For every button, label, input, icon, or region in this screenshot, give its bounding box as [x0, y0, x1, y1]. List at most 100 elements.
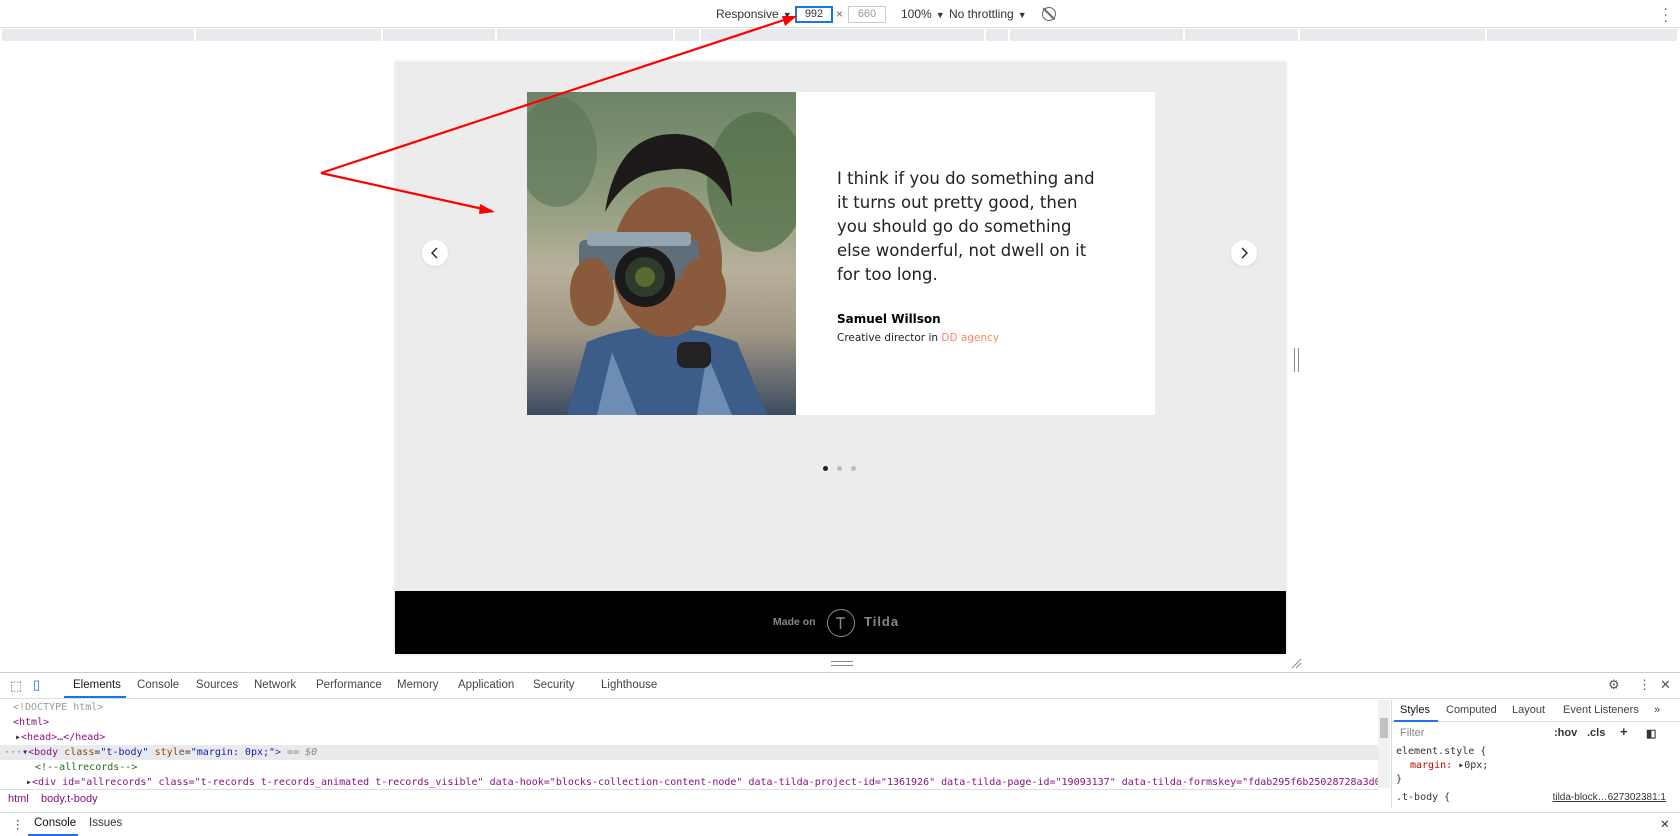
toggle-sidebar-icon[interactable]: ◧ [1646, 727, 1656, 740]
viewport-width-resizer[interactable] [1294, 348, 1299, 372]
dom-body-style-attr: style [154, 747, 185, 758]
author-role: Creative director in DD agency [837, 332, 999, 344]
gear-icon[interactable]: ⚙ [1608, 677, 1620, 693]
tab-memory[interactable]: Memory [397, 679, 439, 691]
margin-declaration[interactable]: margin: ▸0px; [1410, 760, 1488, 771]
dom-html-open[interactable]: <html> [0, 715, 1378, 730]
viewport-corner-resizer[interactable] [1290, 657, 1302, 669]
testimonial-photo [527, 92, 796, 415]
tab-security[interactable]: Security [533, 679, 575, 691]
more-vert-icon[interactable]: ⋮ [12, 817, 24, 831]
inspect-icon[interactable]: ⬚ [10, 678, 22, 694]
dom-body-selected[interactable]: ···▾<body class="t-body" style="margin: … [0, 745, 1378, 760]
dom-head[interactable]: ▸<head>…</head> [0, 730, 1378, 745]
dom-head-tag: <head>…</head> [21, 732, 106, 743]
zoom-label: 100% [901, 7, 932, 21]
media-query-segment[interactable] [986, 29, 1009, 41]
media-query-segment[interactable] [497, 29, 674, 41]
cls-toggle[interactable]: .cls [1587, 727, 1605, 739]
height-input[interactable]: 660 [848, 6, 886, 23]
scrollbar-thumb[interactable] [1380, 718, 1388, 738]
media-query-segment[interactable] [1300, 29, 1486, 41]
dom-div-allrecords[interactable]: ▸<div id="allrecords" class="t-records t… [0, 775, 1378, 790]
dom-comment[interactable]: <!--allrecords--> [0, 760, 1378, 775]
rotate-icon[interactable] [1042, 7, 1056, 21]
hov-toggle[interactable]: :hov [1554, 727, 1577, 739]
stylesheet-source-link[interactable]: tilda-block…627302381:1 [1553, 792, 1666, 803]
more-tabs-icon[interactable]: » [1654, 704, 1660, 716]
devtools-panel: ⬚ ▯ Elements Console Sources Network Per… [0, 672, 1680, 836]
tab-performance[interactable]: Performance [316, 679, 382, 691]
throttling-dropdown[interactable]: No throttling ▼ [949, 7, 1027, 21]
console-drawer: ⋮ Console Issues ✕ [0, 812, 1680, 836]
tab-console[interactable]: Console [137, 679, 179, 691]
tab-lighthouse[interactable]: Lighthouse [601, 679, 657, 691]
zoom-dropdown[interactable]: 100% ▼ [901, 7, 945, 21]
tilda-logo-icon [827, 609, 855, 637]
tab-sources[interactable]: Sources [196, 679, 238, 691]
dom-body-style-val: "margin: 0px;" [190, 747, 276, 758]
device-toolbar: Responsive ▼ 992 × 660 100% ▼ No throttlin… [0, 0, 1680, 28]
margin-val[interactable]: 0px; [1464, 760, 1488, 771]
drawer-tab-console[interactable]: Console [34, 817, 76, 829]
emulated-viewport: I think if you do something and it turns… [395, 62, 1286, 654]
dom-doctype[interactable]: <!DOCTYPE html> [0, 700, 1378, 715]
tab-network[interactable]: Network [254, 679, 296, 691]
made-on-label: Made on [773, 616, 816, 628]
media-query-segment[interactable] [383, 29, 496, 41]
media-query-segment[interactable] [2, 29, 195, 41]
media-query-segment[interactable] [1010, 29, 1184, 41]
throttling-label: No throttling [949, 7, 1014, 21]
tab-computed[interactable]: Computed [1446, 704, 1497, 716]
tab-styles[interactable]: Styles [1400, 704, 1430, 716]
tab-application[interactable]: Application [458, 679, 514, 691]
drawer-tab-issues[interactable]: Issues [89, 817, 122, 829]
slide-dot-2[interactable] [837, 466, 842, 471]
viewport-height-resizer[interactable] [831, 661, 853, 666]
more-vert-icon[interactable]: · · · [1663, 1, 1668, 27]
breadcrumb-body[interactable]: body.t-body [41, 793, 98, 805]
styles-tab-bar: Styles Computed Layout Event Listeners » [1392, 700, 1680, 722]
chevron-down-icon: ▼ [782, 10, 792, 20]
close-brace: } [1396, 774, 1403, 785]
media-query-segment[interactable] [1487, 29, 1678, 41]
prev-slide-button[interactable] [422, 240, 448, 266]
tab-elements[interactable]: Elements [73, 679, 121, 691]
media-query-segment[interactable] [675, 29, 700, 41]
media-query-segment[interactable] [701, 29, 985, 41]
media-query-segment[interactable] [1185, 29, 1299, 41]
role-prefix: Creative director in [837, 332, 939, 344]
styles-filter-input[interactable]: Filter [1394, 725, 1544, 741]
chevron-down-icon: ▼ [935, 10, 945, 20]
chevron-left-icon [431, 247, 438, 259]
breadcrumb: html body.t-body [0, 789, 1378, 807]
dom-body-tag: body [34, 747, 59, 758]
slide-dots [823, 458, 865, 476]
width-input[interactable]: 992 [795, 6, 833, 23]
testimonial-card: I think if you do something and it turns… [527, 92, 1155, 415]
devtools-tab-bar: ⬚ ▯ Elements Console Sources Network Per… [0, 673, 1680, 699]
close-icon[interactable]: ✕ [1660, 817, 1670, 831]
more-vert-icon[interactable]: ⋮ [1638, 677, 1651, 693]
chevron-down-icon: ▼ [1017, 10, 1027, 20]
device-mode-label: Responsive [716, 7, 779, 21]
new-rule-button[interactable]: + [1620, 724, 1628, 739]
element-style-selector: element.style { [1396, 746, 1487, 757]
slide-dot-1[interactable] [823, 466, 828, 471]
tab-layout[interactable]: Layout [1512, 704, 1545, 716]
breadcrumb-html[interactable]: html [8, 793, 29, 805]
media-query-segment[interactable] [196, 29, 382, 41]
author-name: Samuel Willson [837, 312, 941, 326]
slide-dot-3[interactable] [851, 466, 856, 471]
tilda-footer[interactable]: Made on Tilda [395, 591, 1286, 654]
tab-event-listeners[interactable]: Event Listeners [1563, 704, 1639, 716]
elements-scrollbar[interactable] [1378, 700, 1390, 788]
company-link[interactable]: DD agency [941, 332, 999, 344]
dom-body-class-val: "t-body" [100, 747, 149, 758]
device-mode-dropdown[interactable]: Responsive ▼ [716, 7, 792, 21]
next-slide-button[interactable] [1231, 240, 1257, 266]
close-icon[interactable]: ✕ [1660, 677, 1671, 693]
media-query-bar [0, 29, 1680, 43]
testimonial-quote: I think if you do something and it turns… [837, 169, 1095, 284]
device-toggle-icon[interactable]: ▯ [33, 677, 40, 693]
